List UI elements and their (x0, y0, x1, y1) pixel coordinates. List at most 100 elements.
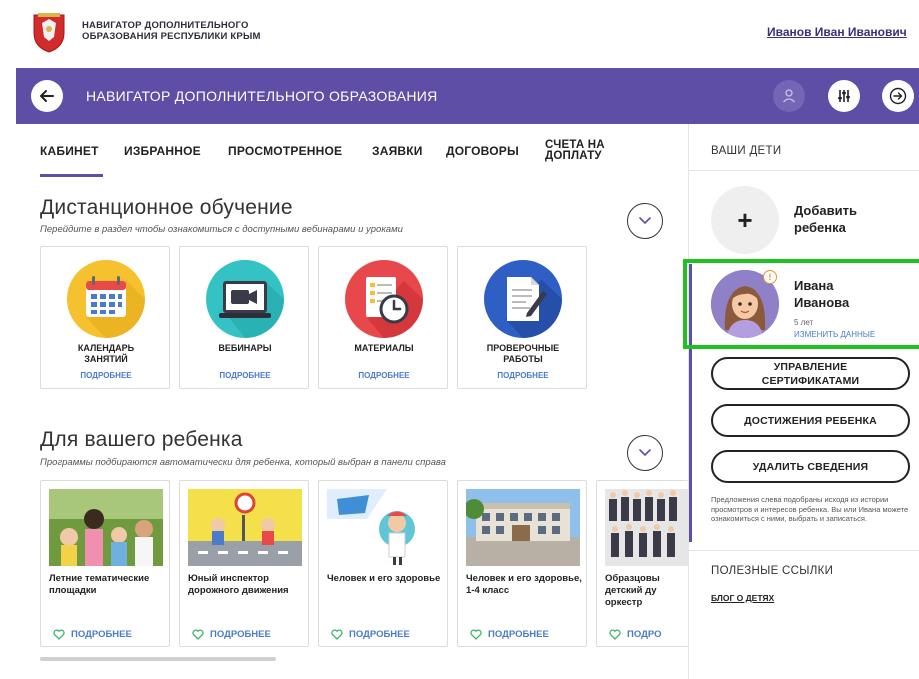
children-panel: ВАШИ ДЕТИ + Добавить ребенка ! Ивана Ива… (683, 124, 919, 679)
program-more-label: ПОДРОБНЕЕ (349, 629, 410, 640)
logout-button[interactable] (882, 80, 914, 112)
sliders-icon (838, 90, 850, 102)
heart-icon[interactable] (470, 629, 482, 640)
program-more-link[interactable]: ПОДРОБНЕЕ (331, 629, 410, 640)
user-icon (783, 89, 795, 103)
for-child-subtitle: Программы подбираются автоматически для … (40, 457, 446, 468)
divider (689, 550, 919, 551)
program-more-link[interactable]: ПОДРОБНЕЕ (470, 629, 549, 640)
program-photo (605, 489, 688, 566)
program-more-link[interactable]: ПОДРОБНЕЕ (192, 629, 271, 640)
child-achievements-button[interactable]: ДОСТИЖЕНИЯ РЕБЕНКА (711, 404, 910, 437)
tab-cabinet[interactable]: КАБИНЕТ (40, 144, 99, 158)
page-title: НАВИГАТОР ДОПОЛНИТЕЛЬНОГО ОБРАЗОВАНИЯ (86, 88, 438, 104)
program-card[interactable]: Юный инспектор дорожного движения ПОДРОБ… (179, 480, 309, 647)
program-more-link[interactable]: ПОДРО (609, 629, 661, 640)
tab-invoices[interactable]: СЧЕТА НА ДОПЛАТУ (545, 139, 605, 162)
heart-icon[interactable] (53, 629, 65, 640)
child-name-line-2: Иванова (794, 295, 850, 310)
tile-webinars[interactable]: ВЕБИНАРЫ ПОДРОБНЕЕ (179, 246, 309, 389)
tile-more-link[interactable]: ПОДРОБНЕЕ (319, 371, 449, 380)
program-card-title: Образцовы детский ду оркестр (605, 573, 660, 608)
site-name: НАВИГАТОР ДОПОЛНИТЕЛЬНОГО ОБРАЗОВАНИЯ РЕ… (82, 20, 261, 42)
recommendations-note: Предложения слева подобраны исходя из ис… (711, 495, 909, 523)
program-more-label: ПОДРО (627, 629, 662, 640)
chevron-down-icon (639, 217, 651, 224)
tab-favorites[interactable]: ИЗБРАННОЕ (124, 144, 201, 158)
plus-icon: + (737, 204, 753, 235)
heart-icon[interactable] (331, 629, 343, 640)
program-card-title: Летние тематические площадки (49, 573, 150, 596)
tile-lesson-calendar[interactable]: КАЛЕНДАРЬ ЗАНЯТИЙ ПОДРОБНЕЕ (40, 246, 170, 389)
program-card[interactable]: Образцовы детский ду оркестр ПОДРО (596, 480, 688, 647)
program-card[interactable]: Человек и его здоровье, 1-4 класс ПОДРОБ… (457, 480, 587, 647)
useful-links-title: ПОЛЕЗНЫЕ ССЫЛКИ (711, 565, 834, 577)
program-more-label: ПОДРОБНЕЕ (210, 629, 271, 640)
program-card-title: Человек и его здоровье, 1-4 класс (466, 573, 582, 596)
children-panel-title: ВАШИ ДЕТИ (711, 145, 782, 157)
add-child-label[interactable]: Добавить ребенка (794, 202, 857, 236)
exit-arrow-icon (889, 87, 907, 105)
tile-label: КАЛЕНДАРЬ ЗАНЯТИЙ (45, 343, 167, 365)
program-card[interactable]: Человек и его здоровье ПОДРОБНЕЕ (318, 480, 448, 647)
profile-button[interactable] (773, 80, 805, 112)
tile-materials[interactable]: МАТЕРИАЛЫ ПОДРОБНЕЕ (318, 246, 448, 389)
tile-label-line-1: КАЛЕНДАРЬ (77, 343, 135, 353)
divider (689, 170, 919, 171)
edit-child-link[interactable]: ИЗМЕНИТЬ ДАННЫЕ (794, 330, 875, 339)
program-card-title: Человек и его здоровье (327, 573, 441, 584)
page-header-bar: НАВИГАТОР ДОПОЛНИТЕЛЬНОГО ОБРАЗОВАНИЯ (16, 68, 919, 124)
document-pen-icon (484, 260, 562, 338)
tile-label: ПРОВЕРОЧНЫЕ РАБОТЫ (462, 343, 584, 365)
tile-label: ВЕБИНАРЫ (184, 343, 306, 354)
add-child-button[interactable]: + (711, 186, 779, 254)
cards-scrollbar[interactable] (40, 657, 276, 661)
tab-applications[interactable]: ЗАЯВКИ (372, 144, 423, 158)
program-photo (327, 489, 441, 566)
for-child-title: Для вашего ребенка (40, 428, 243, 451)
tile-label-line-1: ВЕБИНАРЫ (218, 343, 272, 353)
distance-collapse-button[interactable] (627, 203, 663, 239)
tile-label-line-1: МАТЕРИАЛЫ (354, 343, 414, 353)
cabinet-main-panel: КАБИНЕТ ИЗБРАННОЕ ПРОСМОТРЕННОЕ ЗАЯВКИ Д… (16, 124, 688, 679)
child-name: Ивана Иванова (794, 277, 849, 311)
delete-data-button[interactable]: УДАЛИТЬ СВЕДЕНИЯ (711, 450, 910, 483)
child-name-line-1: Ивана (794, 278, 834, 293)
tile-more-link[interactable]: ПОДРОБНЕЕ (180, 371, 310, 380)
for-child-collapse-button[interactable] (627, 435, 663, 471)
arrow-left-icon (40, 90, 54, 102)
program-photo (466, 489, 580, 566)
tile-label-line-2: РАБОТЫ (503, 354, 543, 364)
tab-invoices-line-2: ДОПЛАТУ (545, 150, 602, 162)
program-photo (49, 489, 163, 566)
back-button[interactable] (31, 80, 63, 112)
manage-certificates-line-1: УПРАВЛЕНИЕ (773, 360, 848, 373)
tile-tests[interactable]: ПРОВЕРОЧНЫЕ РАБОТЫ ПОДРОБНЕЕ (457, 246, 587, 389)
tile-more-link[interactable]: ПОДРОБНЕЕ (458, 371, 588, 380)
heart-icon[interactable] (609, 629, 621, 640)
program-more-label: ПОДРОБНЕЕ (71, 629, 132, 640)
child-age: 5 лет (794, 318, 814, 327)
tile-label: МАТЕРИАЛЫ (323, 343, 445, 354)
tab-viewed[interactable]: ПРОСМОТРЕННОЕ (228, 144, 342, 158)
tile-label-line-1: ПРОВЕРОЧНЫЕ (486, 343, 560, 353)
user-profile-link[interactable]: Иванов Иван Иванович (767, 25, 907, 39)
calendar-icon (67, 260, 145, 338)
manage-certificates-button[interactable]: УПРАВЛЕНИЕ СЕРТИФИКАТАМИ (711, 357, 910, 390)
crimea-crest-logo[interactable] (32, 11, 66, 53)
notification-badge[interactable]: ! (763, 270, 777, 284)
filters-button[interactable] (828, 80, 860, 112)
heart-icon[interactable] (192, 629, 204, 640)
program-more-link[interactable]: ПОДРОБНЕЕ (53, 629, 132, 640)
document-clock-icon (345, 260, 423, 338)
site-name-line-2: ОБРАЗОВАНИЯ РЕСПУБЛИКИ КРЫМ (82, 31, 261, 42)
blog-about-children-link[interactable]: БЛОГ О ДЕТЯХ (711, 593, 774, 603)
site-name-line-1: НАВИГАТОР ДОПОЛНИТЕЛЬНОГО (82, 20, 249, 31)
add-child-label-line-1: Добавить (794, 203, 857, 218)
program-more-label: ПОДРОБНЕЕ (488, 629, 549, 640)
tile-more-link[interactable]: ПОДРОБНЕЕ (41, 371, 171, 380)
manage-certificates-line-2: СЕРТИФИКАТАМИ (761, 374, 860, 387)
distance-learning-title: Дистанционное обучение (40, 196, 293, 219)
program-card[interactable]: Летние тематические площадки ПОДРОБНЕЕ (40, 480, 170, 647)
tab-contracts[interactable]: ДОГОВОРЫ (446, 144, 519, 158)
